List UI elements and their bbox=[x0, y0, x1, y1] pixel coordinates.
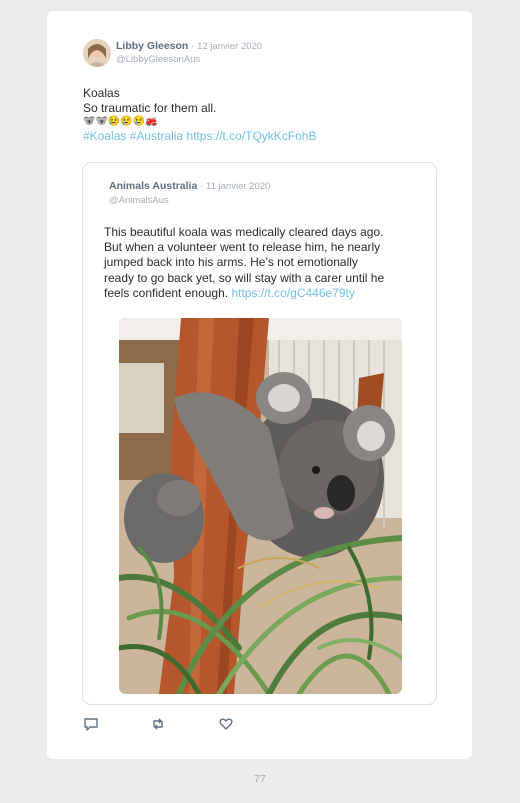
crying-face-emoji-icon: 😢 bbox=[132, 116, 146, 127]
quoted-author-name[interactable]: Animals Australia bbox=[109, 180, 197, 192]
tweet-line-1: Koalas bbox=[83, 86, 120, 100]
tweet-link[interactable]: https://t.co/TQykKcFohB bbox=[186, 129, 316, 143]
quoted-text: This beautiful koala was medically clear… bbox=[104, 225, 424, 301]
tweet-header: Libby Gleeson · 12 janvier 2020 bbox=[116, 40, 262, 52]
hashtag-australia[interactable]: #Australia bbox=[130, 129, 183, 143]
quoted-line: jumped back into his arms. He’s not emot… bbox=[104, 255, 358, 270]
tweet-emojis: 🐨 🐨 😢 😢 😢 🚒 bbox=[83, 115, 316, 129]
quoted-line: ready to go back yet, so will stay with … bbox=[104, 270, 385, 285]
koala-emoji-icon: 🐨 bbox=[83, 116, 96, 127]
crying-face-emoji-icon: 😢 bbox=[120, 116, 133, 127]
avatar[interactable] bbox=[83, 39, 111, 67]
tweet-date[interactable]: · 12 janvier 2020 bbox=[191, 41, 262, 52]
hashtag-koalas[interactable]: #Koalas bbox=[83, 129, 126, 143]
tweet-links: #Koalas #Australia https://t.co/TQykKcFo… bbox=[83, 129, 316, 144]
koala-photo[interactable] bbox=[119, 318, 402, 694]
quoted-header: Animals Australia · 11 janvier 2020 bbox=[109, 180, 270, 192]
tweet-text: Koalas So traumatic for them all. 🐨 🐨 😢 … bbox=[83, 86, 316, 144]
quoted-tweet[interactable]: Animals Australia · 11 janvier 2020 @Ani… bbox=[82, 162, 437, 705]
quoted-line: This beautiful koala was medically clear… bbox=[104, 225, 384, 239]
like-icon[interactable] bbox=[218, 716, 234, 732]
crying-face-emoji-icon: 😢 bbox=[107, 116, 121, 127]
reply-icon[interactable] bbox=[83, 716, 99, 732]
quoted-line: But when a volunteer went to release him… bbox=[104, 240, 381, 255]
fire-engine-emoji-icon: 🚒 bbox=[145, 116, 158, 127]
tweet-line-2: So traumatic for them all. bbox=[83, 100, 217, 115]
author-handle[interactable]: @LibbyGleesonAus bbox=[116, 54, 200, 65]
author-name[interactable]: Libby Gleeson bbox=[116, 40, 188, 52]
koala-emoji-icon: 🐨 bbox=[95, 116, 108, 127]
tweet-card: Libby Gleeson · 12 janvier 2020 @LibbyGl… bbox=[47, 11, 472, 759]
quoted-line-last: feels confident enough. https://t.co/gC4… bbox=[104, 286, 424, 301]
quoted-handle[interactable]: @AnimalsAus bbox=[109, 195, 169, 206]
page-number: 77 bbox=[254, 773, 266, 785]
quoted-line: feels confident enough. bbox=[104, 285, 229, 300]
retweet-icon[interactable] bbox=[150, 716, 166, 732]
quoted-link[interactable]: https://t.co/gC446e79ty bbox=[231, 286, 354, 300]
quoted-date[interactable]: · 11 janvier 2020 bbox=[200, 181, 270, 192]
